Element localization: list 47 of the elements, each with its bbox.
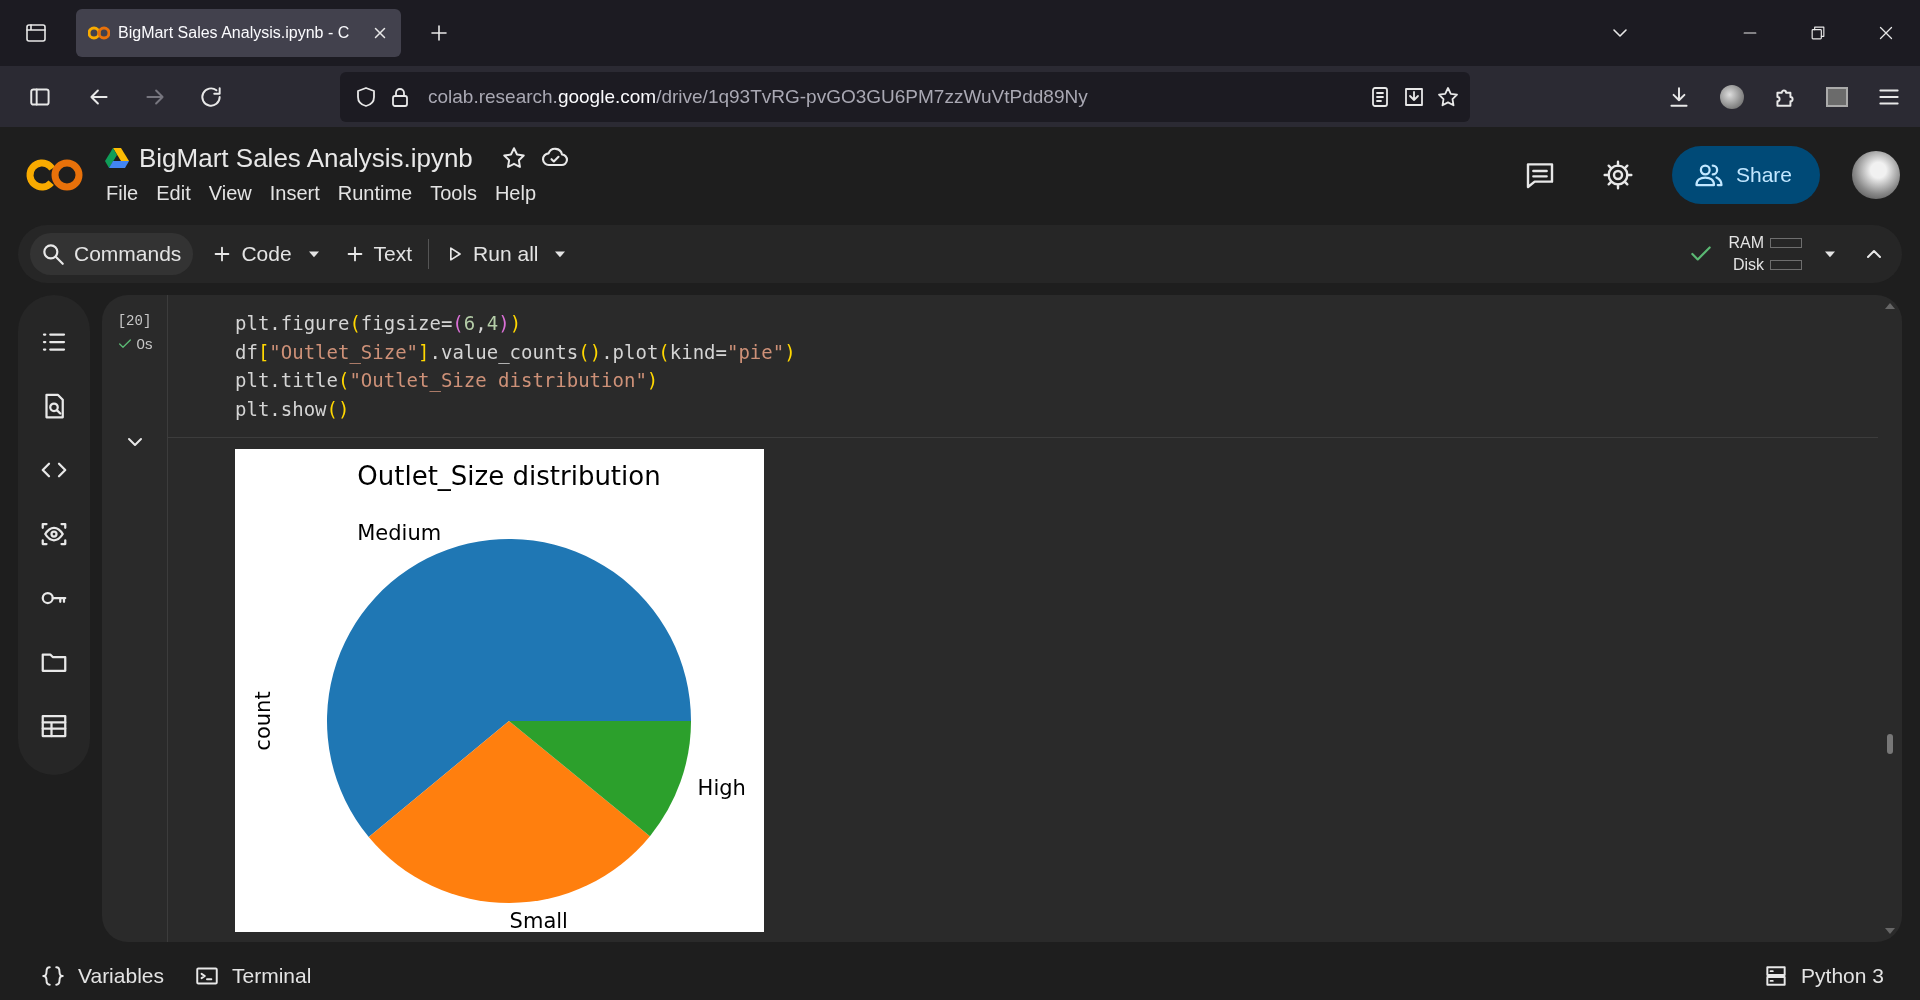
add-text-button[interactable]: Text	[335, 236, 421, 272]
share-button[interactable]: Share	[1671, 145, 1820, 204]
menu-item[interactable]: File	[97, 180, 148, 207]
add-code-button[interactable]: Code	[203, 236, 300, 272]
chart-title: Outlet_Size distribution	[357, 461, 661, 491]
code-line: plt.figure(figsize=(6,4))	[235, 311, 522, 336]
url-text: colab.research.google.com/drive/1q93TvRG-pvGO3GU6PM7zzWuVtPdd89Ny	[428, 85, 1089, 108]
settings-icon[interactable]	[1601, 158, 1634, 191]
run-all-button[interactable]: Run all	[437, 236, 547, 272]
ram-meter	[1770, 238, 1802, 248]
resources-indicator[interactable]: RAM Disk	[1728, 234, 1802, 274]
drive-icon	[105, 147, 129, 169]
run-time: 0s	[136, 335, 153, 352]
axis-label: count	[251, 691, 275, 751]
menu-item[interactable]: Edit	[147, 180, 200, 207]
menu-item[interactable]: Runtime	[328, 180, 422, 207]
search-icon[interactable]	[40, 241, 66, 267]
slice-label: Medium	[357, 520, 442, 545]
menu-item[interactable]: View	[199, 180, 261, 207]
shield-icon[interactable]	[354, 84, 378, 109]
tab-title: BigMart Sales Analysis.ipynb - C	[118, 24, 351, 42]
star-icon[interactable]	[1436, 84, 1460, 109]
ram-label: RAM	[1728, 234, 1764, 252]
extension-icon	[1826, 86, 1848, 107]
avatar-icon[interactable]	[1852, 150, 1900, 199]
notebook-title[interactable]: BigMart Sales Analysis.ipynb	[139, 142, 473, 174]
address-bar[interactable]: colab.research.google.com/drive/1q93TvRG-pvGO3GU6PM7zzWuVtPdd89Ny	[340, 71, 1470, 122]
braces-icon[interactable]	[40, 963, 66, 989]
menu-item[interactable]: Help	[485, 180, 546, 207]
code-line: plt.show()	[235, 396, 350, 422]
terminal-button[interactable]: Terminal	[188, 959, 318, 993]
disk-meter	[1770, 260, 1802, 270]
avatar-icon	[1720, 84, 1744, 109]
code-line: df["Outlet_Size"].value_counts().plot(kind="pie")	[235, 339, 796, 366]
commands-button[interactable]: Commands	[30, 233, 194, 275]
tabs-icon[interactable]	[24, 21, 48, 45]
runtime-button[interactable]: Python 3	[1757, 959, 1890, 993]
execution-count: [20]	[117, 313, 152, 329]
variables-button[interactable]: Variables	[34, 959, 170, 993]
scrollbar-thumb[interactable]	[1887, 733, 1893, 754]
disk-label: Disk	[1732, 256, 1764, 274]
slice-label: Small	[509, 909, 568, 932]
code-line: plt.title("Outlet_Size distribution")	[235, 368, 659, 394]
logo-icon	[88, 26, 110, 40]
menu-item[interactable]: Insert	[260, 180, 329, 207]
slice-label: High	[697, 776, 746, 801]
menu-item[interactable]: Tools	[421, 180, 486, 207]
